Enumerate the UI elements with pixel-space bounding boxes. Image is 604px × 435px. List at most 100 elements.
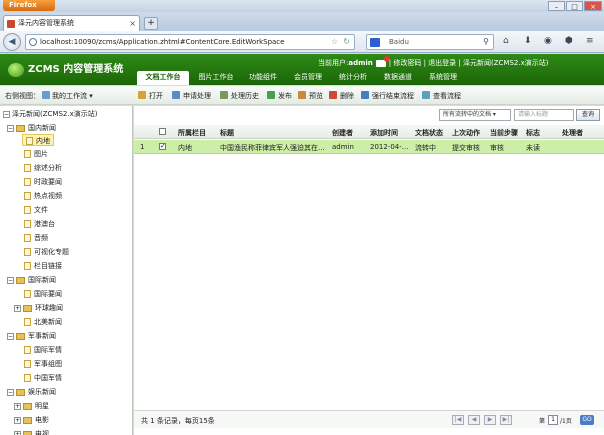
table-row[interactable]: 1 ✓ 内地 中国渔民称菲律宾军人强迫其在... admin 2012-04-.… [134,140,604,154]
tree-item[interactable]: + 电视 [14,428,49,435]
minimize-button[interactable]: – [548,1,565,11]
tree-item[interactable]: 音频 [24,232,48,244]
select-all-checkbox[interactable] [159,128,166,135]
next-page-icon[interactable]: ▶ [484,415,496,425]
filter-row: 所有流转中的文档 ▾ 请输入标题 查询 [134,106,604,124]
menu-system[interactable]: 系统管理 [423,71,463,85]
tree-item[interactable]: + 明星 [14,400,49,412]
tree-item[interactable]: 可视化专题 [24,246,69,258]
menu-image-workspace[interactable]: 图片工作台 [194,71,238,85]
delete-button[interactable]: 删除 [329,91,354,101]
tree-item[interactable]: 栏目链接 [24,260,62,272]
cell-status: 流转中 [415,144,436,152]
cell-title[interactable]: 中国渔民称菲律宾军人强迫其在... [220,143,328,153]
page-number-input[interactable]: 1 [548,415,558,425]
column-header[interactable]: 标题 [220,128,234,138]
new-tab-button[interactable]: + [144,17,158,30]
document-list-panel: 所有流转中的文档 ▾ 请输入标题 查询 所属栏目 标题 创建者 添加时间 文档状… [134,106,604,435]
user-prefix: 当前用户: [318,59,349,67]
force-end-flow-button[interactable]: 强行结束流程 [361,91,414,101]
tree-item[interactable]: 军事组图 [24,358,62,370]
browser-tab[interactable]: 泽元内容管理系统 × [3,15,140,31]
first-page-icon[interactable]: |◀ [452,415,464,425]
tree-item[interactable]: + 电影 [14,414,49,426]
globe-icon [29,38,37,46]
cell-flag: 未读 [526,144,540,152]
tab-close-icon[interactable]: × [129,16,136,31]
bookmark-star-icon[interactable]: ☆ [331,35,338,49]
tree-item[interactable]: 综述分析 [24,162,62,174]
back-button[interactable]: ◀ [3,33,21,51]
menu-members[interactable]: 会员管理 [288,71,328,85]
tree-group-domestic[interactable]: − 国内新闻 [7,122,56,134]
process-history-button[interactable]: 处理历史 [220,91,259,101]
workflow-selector[interactable]: 我的工作流 ▾ [42,91,93,101]
column-header[interactable]: 添加时间 [370,128,398,138]
user-name: admin [348,59,373,67]
tree-item[interactable]: 中国军情 [24,372,62,384]
menu-icon[interactable]: ≡ [586,36,594,46]
search-engine-icon[interactable] [370,38,380,47]
url-text: localhost:10090/zcms/Application.zhtml#C… [40,38,285,46]
tree-group-entertainment[interactable]: − 娱乐新闻 [7,386,56,398]
abp-icon[interactable]: ⬢ [565,36,573,46]
column-header[interactable]: 处理者 [562,128,583,138]
logo-text: ZCMS 内容管理系统 [28,64,124,75]
prev-page-icon[interactable]: ◀ [468,415,480,425]
maximize-button[interactable]: □ [566,1,583,11]
menu-data-channel[interactable]: 数据通道 [378,71,418,85]
column-header[interactable]: 当前步骤 [490,128,524,138]
menu-statistics[interactable]: 统计分析 [333,71,373,85]
column-header[interactable]: 所属栏目 [178,128,206,138]
tree-group-international[interactable]: − 国际新闻 [7,274,56,286]
tree-item[interactable]: 文件 [24,204,48,216]
addon-icon[interactable]: ◉ [544,36,552,46]
last-page-icon[interactable]: ▶| [500,415,512,425]
tree-item[interactable]: 北美新闻 [24,316,62,328]
tree-item[interactable]: 国际要闻 [24,288,62,300]
cell-creator: admin [332,143,354,151]
tree-item-selected[interactable]: 内地 [22,134,54,146]
search-placeholder: Baidu [389,38,409,46]
mail-icon[interactable] [375,55,390,67]
logout-link[interactable]: 退出登录 [428,59,456,67]
home-icon[interactable]: ⌂ [503,36,509,46]
status-filter-select[interactable]: 所有流转中的文档 ▾ [439,109,511,121]
view-flow-button[interactable]: 查看流程 [422,91,461,101]
search-icon[interactable]: ⚲ [483,35,489,49]
row-index: 1 [140,143,145,151]
row-checkbox[interactable]: ✓ [159,143,166,150]
tree-item[interactable]: + 环球趣闻 [14,302,63,314]
tree-item[interactable]: 热点视频 [24,190,62,202]
menu-doc-workspace[interactable]: 文档工作台 [137,71,189,85]
record-count: 共 1 条记录，每页15条 [141,417,215,425]
tree-group-military[interactable]: − 军事新闻 [7,330,56,342]
tree-root[interactable]: − 泽元新闻(ZCMS2.x演示站) [3,108,97,120]
tree-item[interactable]: 时政要闻 [24,176,62,188]
reload-icon[interactable]: ↻ [343,35,350,49]
browser-titlebar: Firefox – □ × [0,0,604,12]
open-button[interactable]: 打开 [138,91,163,101]
apply-process-button[interactable]: 申请处理 [172,91,211,101]
tree-item[interactable]: 国际军情 [24,344,62,356]
column-header[interactable]: 文档状态 [415,128,443,138]
firefox-menu-button[interactable]: Firefox [3,0,55,11]
publish-button[interactable]: 发布 [267,91,292,101]
query-button[interactable]: 查询 [576,109,600,121]
browser-navbar: ◀ localhost:10090/zcms/Application.zhtml… [0,31,604,53]
go-page-button[interactable]: GO [580,415,594,425]
title-search-input[interactable]: 请输入标题 [514,109,574,121]
site-link[interactable]: 泽元新闻(ZCMS2.x演示站) [463,59,548,67]
url-bar[interactable]: localhost:10090/zcms/Application.zhtml#C… [25,34,355,50]
preview-button[interactable]: 预览 [298,91,323,101]
menu-components[interactable]: 功能组件 [243,71,283,85]
close-window-button[interactable]: × [584,1,602,11]
column-header[interactable]: 创建者 [332,128,353,138]
column-header[interactable]: 上次动作 [452,128,480,138]
tree-item[interactable]: 图片 [24,148,48,160]
download-icon[interactable]: ⬇ [524,36,532,46]
column-header[interactable]: 标志 [526,128,540,138]
tree-item[interactable]: 港澳台 [24,218,55,230]
search-input[interactable]: Baidu ⚲ [366,34,494,50]
change-password-link[interactable]: 修改密码 [393,59,421,67]
